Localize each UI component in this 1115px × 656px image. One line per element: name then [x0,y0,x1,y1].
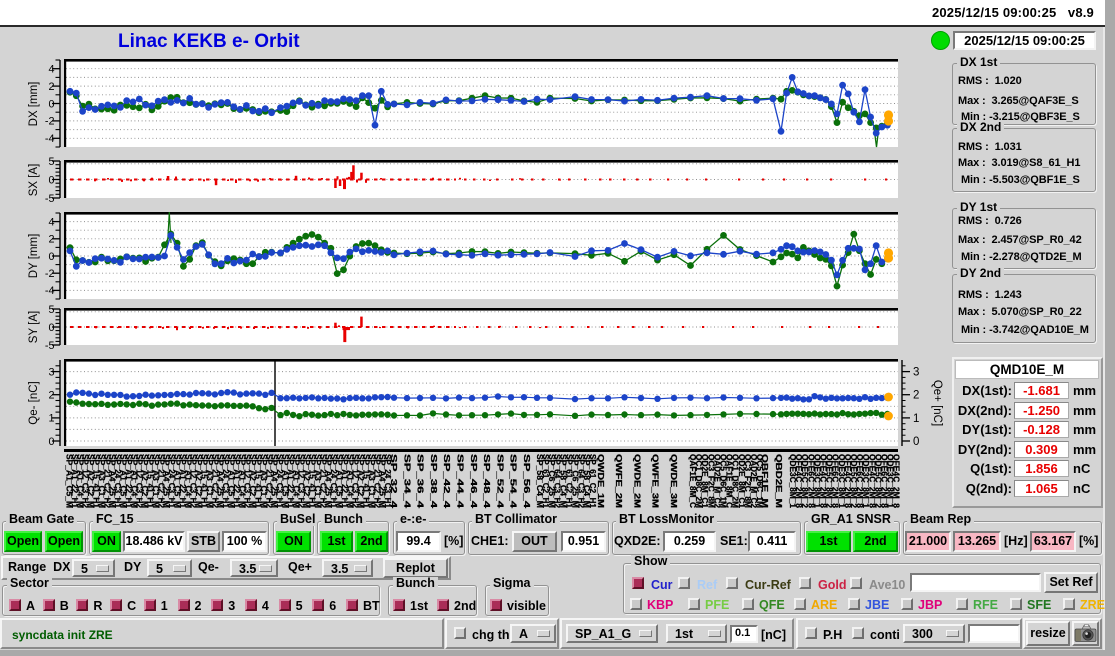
svg-text:SP_36_4: SP_36_4 [416,454,426,509]
svg-text:2: 2 [48,234,54,246]
svg-text:SY [A]: SY [A] [28,311,40,343]
svg-text:-4: -4 [45,285,55,297]
svg-text:SP_48_4: SP_48_4 [482,454,492,509]
svg-text:0: 0 [48,436,54,448]
svg-text:QFE4C_2M_8: QFE4C_2M_8 [892,454,902,508]
svg-text:Qe+ [nC]: Qe+ [nC] [931,380,943,426]
svg-text:QWDE_2M: QWDE_2M [632,454,642,508]
svg-text:-5: -5 [45,340,55,352]
svg-text:Qe- [nC]: Qe- [nC] [28,381,40,424]
svg-text:-4: -4 [45,133,55,145]
svg-text:5: 5 [48,304,54,316]
svg-text:-2: -2 [45,268,55,280]
svg-text:-2: -2 [45,116,55,128]
svg-text:SP_42_4: SP_42_4 [442,454,452,509]
svg-text:0: 0 [48,322,54,334]
svg-text:SP_32_4: SP_32_4 [389,454,399,509]
svg-text:4: 4 [48,216,54,228]
svg-text:1: 1 [48,413,54,425]
svg-text:QWFE_2M: QWFE_2M [614,454,624,508]
svg-text:4: 4 [48,64,54,76]
svg-text:0: 0 [48,98,54,110]
svg-text:2: 2 [48,81,54,93]
svg-text:2: 2 [48,390,54,402]
svg-text:QWDE_1M: QWDE_1M [596,454,606,508]
svg-text:5: 5 [48,156,54,168]
svg-text:1: 1 [913,413,919,425]
svg-text:SX [A]: SX [A] [28,164,40,197]
svg-text:0: 0 [48,174,54,186]
svg-text:QBF1E_M: QBF1E_M [760,454,770,508]
svg-text:3: 3 [913,367,919,379]
svg-text:DY [mm]: DY [mm] [28,234,40,279]
svg-text:SP_38_4: SP_38_4 [429,454,439,509]
svg-text:SP_54_4: SP_54_4 [509,454,519,509]
svg-text:SP_52_4: SP_52_4 [495,454,505,509]
svg-text:0: 0 [48,251,54,263]
svg-text:0: 0 [913,436,919,448]
svg-text:-5: -5 [45,193,55,205]
svg-text:QBD2E_M: QBD2E_M [774,454,784,508]
svg-text:3: 3 [48,366,54,378]
svg-text:QWFE_3M: QWFE_3M [651,454,661,508]
svg-text:2: 2 [913,390,919,402]
svg-text:SP_46_4: SP_46_4 [469,454,479,509]
svg-text:QWDE_3M: QWDE_3M [669,454,679,508]
svg-text:SP_34_4: SP_34_4 [402,454,412,509]
svg-text:SP_44_4: SP_44_4 [456,454,466,509]
svg-text:SP_56_4: SP_56_4 [522,454,532,509]
svg-text:DX [mm]: DX [mm] [28,82,40,127]
